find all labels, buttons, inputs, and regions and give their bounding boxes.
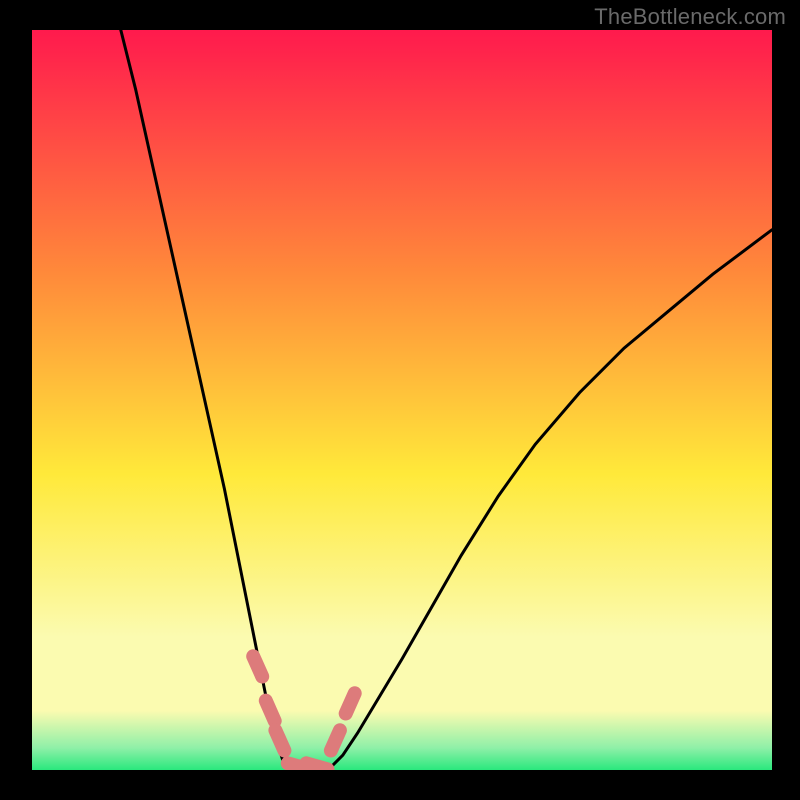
peak-marker-left-a	[253, 656, 262, 676]
chart-container: TheBottleneck.com	[0, 0, 800, 800]
watermark-link[interactable]: TheBottleneck.com	[594, 4, 786, 30]
plot-area	[32, 30, 772, 770]
chart-svg	[32, 30, 772, 770]
peak-marker-right-b	[346, 693, 355, 713]
peak-marker-valley2	[306, 763, 327, 769]
peak-marker-left-c	[275, 730, 284, 750]
peak-marker-left-b	[266, 701, 275, 721]
peak-marker-right-a	[331, 730, 340, 750]
